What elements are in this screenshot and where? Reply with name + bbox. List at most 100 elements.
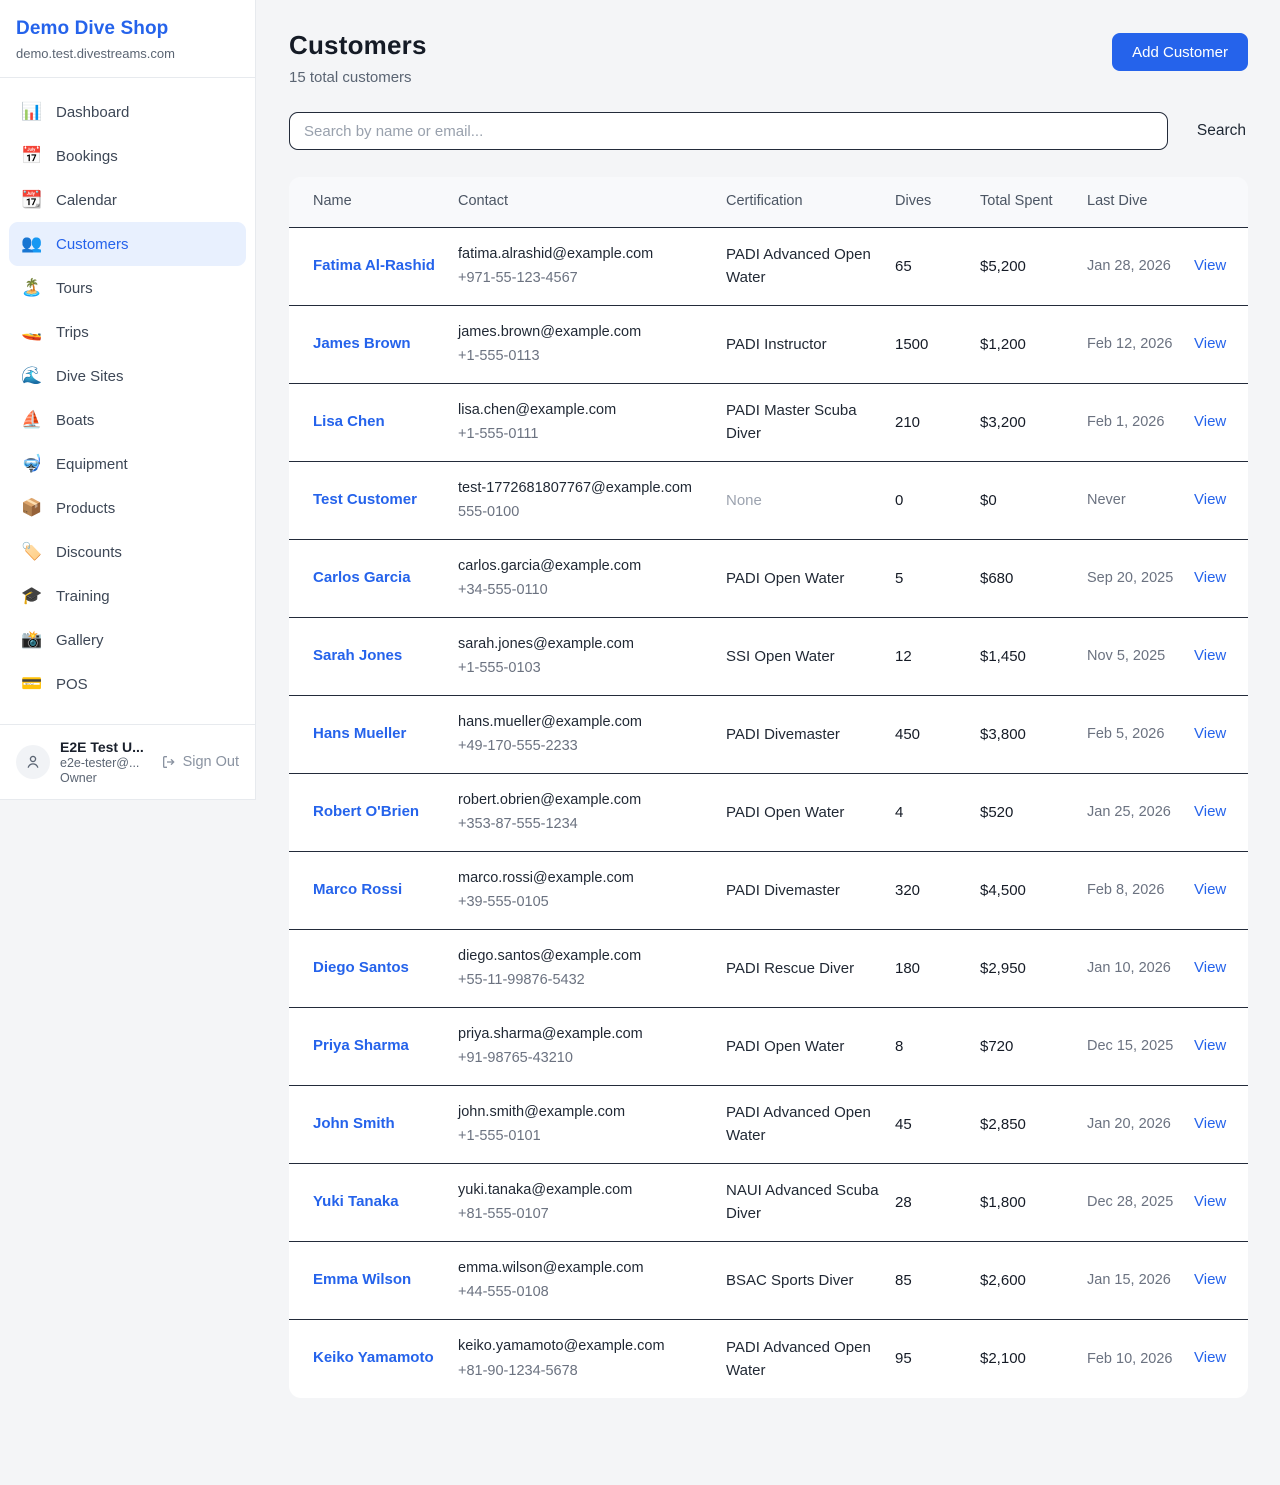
customer-phone: +34-555-0110	[458, 579, 710, 601]
customer-name-link[interactable]: Priya Sharma	[313, 1037, 409, 1054]
view-customer-link[interactable]: View	[1194, 1349, 1226, 1366]
sidebar-item-training[interactable]: 🎓 Training	[9, 574, 246, 618]
table-row: James Brown james.brown@example.com +1-5…	[289, 306, 1248, 384]
customer-certification: PADI Instructor	[726, 320, 895, 369]
sidebar-item-gallery[interactable]: 📸 Gallery	[9, 618, 246, 662]
customer-name-link[interactable]: Fatima Al-Rashid	[313, 257, 435, 274]
table-row: Lisa Chen lisa.chen@example.com +1-555-0…	[289, 384, 1248, 462]
sign-out-icon	[161, 754, 177, 770]
customer-certification: PADI Divemaster	[726, 866, 895, 915]
customer-email: john.smith@example.com	[458, 1101, 710, 1123]
customer-name-link[interactable]: Marco Rossi	[313, 881, 402, 898]
customer-email: marco.rossi@example.com	[458, 867, 710, 889]
camera-icon: 📸	[21, 630, 43, 650]
customer-name-link[interactable]: Diego Santos	[313, 959, 409, 976]
user-name: E2E Test U...	[60, 739, 151, 755]
customer-name-link[interactable]: Lisa Chen	[313, 413, 385, 430]
search-button[interactable]: Search	[1195, 114, 1248, 148]
customer-email: sarah.jones@example.com	[458, 633, 710, 655]
column-header-actions	[1194, 188, 1224, 216]
customer-certification: NAUI Advanced Scuba Diver	[726, 1166, 895, 1239]
customer-name-link[interactable]: James Brown	[313, 335, 411, 352]
customer-total-spent: $2,850	[980, 1100, 1087, 1149]
customer-total-spent: $720	[980, 1022, 1087, 1071]
customer-certification: PADI Advanced Open Water	[726, 1088, 895, 1161]
view-customer-link[interactable]: View	[1194, 803, 1226, 820]
customer-name-link[interactable]: John Smith	[313, 1115, 395, 1132]
customer-certification: PADI Open Water	[726, 1022, 895, 1071]
sidebar-item-trips[interactable]: 🚤 Trips	[9, 310, 246, 354]
view-customer-link[interactable]: View	[1194, 1115, 1226, 1132]
view-customer-link[interactable]: View	[1194, 647, 1226, 664]
view-customer-link[interactable]: View	[1194, 1037, 1226, 1054]
bar-chart-icon: 📊	[21, 102, 43, 122]
customer-phone: +91-98765-43210	[458, 1047, 710, 1069]
sidebar-item-equipment[interactable]: 🤿 Equipment	[9, 442, 246, 486]
customer-name-link[interactable]: Carlos Garcia	[313, 569, 411, 586]
sidebar-item-tours[interactable]: 🏝️ Tours	[9, 266, 246, 310]
page-header: Customers 15 total customers Add Custome…	[289, 30, 1248, 86]
customer-certification: PADI Advanced Open Water	[726, 1323, 895, 1396]
user-box: E2E Test U... e2e-tester@... Owner Sign …	[0, 724, 255, 799]
customer-total-spent: $1,450	[980, 632, 1087, 681]
customer-dives: 12	[895, 632, 980, 681]
sidebar-item-dashboard[interactable]: 📊 Dashboard	[9, 90, 246, 134]
view-customer-link[interactable]: View	[1194, 881, 1226, 898]
package-icon: 📦	[21, 498, 43, 518]
customer-name-link[interactable]: Keiko Yamamoto	[313, 1349, 434, 1366]
view-customer-link[interactable]: View	[1194, 569, 1226, 586]
sidebar-item-calendar[interactable]: 📆 Calendar	[9, 178, 246, 222]
view-customer-link[interactable]: View	[1194, 959, 1226, 976]
customer-certification: PADI Open Water	[726, 554, 895, 603]
customer-last-dive: Jan 15, 2026	[1087, 1256, 1194, 1304]
customer-dives: 8	[895, 1022, 980, 1071]
customer-name-link[interactable]: Emma Wilson	[313, 1271, 411, 1288]
sidebar-item-boats[interactable]: ⛵ Boats	[9, 398, 246, 442]
customer-certification: PADI Divemaster	[726, 710, 895, 759]
customer-total-spent: $1,800	[980, 1178, 1087, 1227]
column-header-total-spent: Total Spent	[980, 177, 1087, 227]
customer-name-link[interactable]: Sarah Jones	[313, 647, 402, 664]
speedboat-icon: 🚤	[21, 322, 43, 342]
sidebar-item-label: Customers	[56, 236, 129, 253]
customers-table: Name Contact Certification Dives Total S…	[289, 177, 1248, 1398]
customer-total-spent: $2,100	[980, 1334, 1087, 1383]
avatar	[16, 745, 50, 779]
sidebar-item-customers[interactable]: 👥 Customers	[9, 222, 246, 266]
customer-name-link[interactable]: Robert O'Brien	[313, 803, 419, 820]
customer-dives: 28	[895, 1178, 980, 1227]
sign-out-button[interactable]: Sign Out	[161, 754, 239, 770]
customer-last-dive: Nov 5, 2025	[1087, 632, 1194, 680]
view-customer-link[interactable]: View	[1194, 1271, 1226, 1288]
page-title: Customers	[289, 30, 427, 61]
customer-last-dive: Feb 12, 2026	[1087, 320, 1194, 368]
customer-dives: 85	[895, 1256, 980, 1305]
customer-dives: 180	[895, 944, 980, 993]
view-customer-link[interactable]: View	[1194, 257, 1226, 274]
table-row: Priya Sharma priya.sharma@example.com +9…	[289, 1008, 1248, 1086]
view-customer-link[interactable]: View	[1194, 725, 1226, 742]
view-customer-link[interactable]: View	[1194, 1193, 1226, 1210]
customer-phone: +1-555-0103	[458, 657, 710, 679]
view-customer-link[interactable]: View	[1194, 491, 1226, 508]
view-customer-link[interactable]: View	[1194, 335, 1226, 352]
sidebar-item-products[interactable]: 📦 Products	[9, 486, 246, 530]
customer-phone: +81-90-1234-5678	[458, 1360, 710, 1382]
sidebar-item-pos[interactable]: 💳 POS	[9, 662, 246, 706]
customer-name-link[interactable]: Hans Mueller	[313, 725, 406, 742]
customer-count: 15 total customers	[289, 69, 427, 86]
sidebar-item-bookings[interactable]: 📅 Bookings	[9, 134, 246, 178]
customer-name-link[interactable]: Yuki Tanaka	[313, 1193, 399, 1210]
customer-last-dive: Never	[1087, 476, 1194, 524]
customer-certification: PADI Rescue Diver	[726, 944, 895, 993]
search-input[interactable]	[289, 112, 1168, 150]
customer-phone: +971-55-123-4567	[458, 267, 710, 289]
customer-last-dive: Jan 28, 2026	[1087, 242, 1194, 290]
sidebar-item-discounts[interactable]: 🏷️ Discounts	[9, 530, 246, 574]
sidebar-item-label: Gallery	[56, 632, 104, 649]
customer-name-link[interactable]: Test Customer	[313, 491, 417, 508]
view-customer-link[interactable]: View	[1194, 413, 1226, 430]
sidebar-item-dive-sites[interactable]: 🌊 Dive Sites	[9, 354, 246, 398]
add-customer-button[interactable]: Add Customer	[1112, 33, 1248, 71]
main-content: Customers 15 total customers Add Custome…	[256, 0, 1280, 1426]
